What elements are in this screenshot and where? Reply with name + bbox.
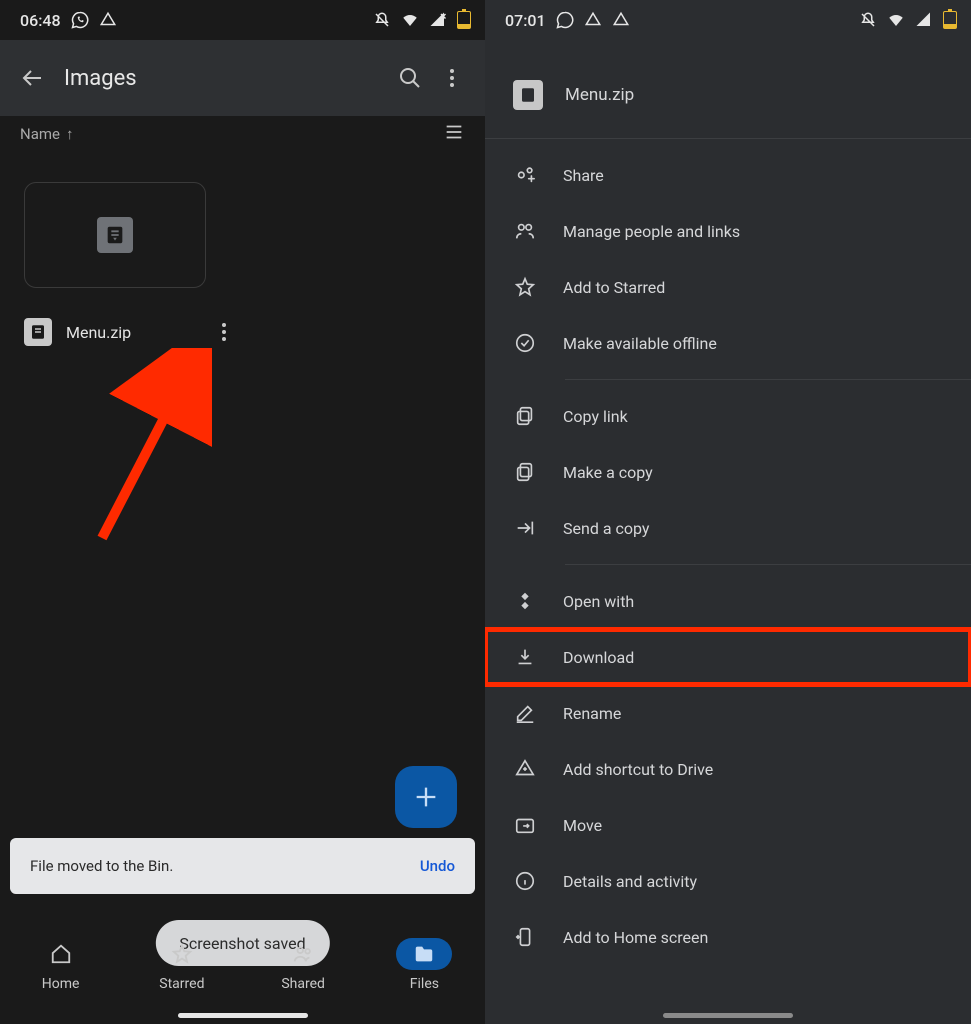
shortcut-icon (513, 757, 537, 781)
menu-openwith[interactable]: Open with (485, 573, 971, 629)
link-icon (513, 404, 537, 428)
menu-details-label: Details and activity (563, 872, 697, 891)
back-button[interactable] (12, 57, 54, 99)
right-phone: 07:01 Menu.zip Share Manage p (485, 0, 971, 1024)
snackbar-undo[interactable]: Undo (420, 857, 455, 875)
fab-new[interactable] (395, 766, 457, 828)
whatsapp-icon (71, 11, 89, 29)
sheet-filename: Menu.zip (565, 85, 634, 105)
context-sheet: Menu.zip Share Manage people and links A… (485, 40, 971, 1005)
share-icon (513, 163, 537, 187)
status-time: 07:01 (505, 11, 546, 30)
annotation-arrow (92, 348, 212, 548)
bottom-nav: Home Starred Shared Files (0, 924, 485, 1024)
search-button[interactable] (389, 57, 431, 99)
signal-icon (915, 11, 933, 29)
people-icon (513, 219, 537, 243)
drive-icon (99, 11, 117, 29)
menu-manage[interactable]: Manage people and links (485, 203, 971, 259)
menu-homescreen-label: Add to Home screen (563, 928, 708, 947)
send-icon (513, 516, 537, 540)
overflow-menu[interactable] (431, 57, 473, 99)
nav-home-label: Home (42, 976, 80, 992)
menu-starred[interactable]: Add to Starred (485, 259, 971, 315)
menu-separator (565, 379, 971, 380)
status-bar: 06:48 (0, 0, 485, 40)
menu-move[interactable]: Move (485, 797, 971, 853)
sheet-header: Menu.zip (485, 60, 971, 139)
nav-shared-label: Shared (281, 976, 325, 992)
offline-icon (513, 331, 537, 355)
menu-starred-label: Add to Starred (563, 278, 665, 297)
nav-files[interactable]: Files (364, 938, 485, 992)
rename-icon (513, 701, 537, 725)
nav-shared[interactable]: Shared (243, 938, 364, 992)
menu-shortcut[interactable]: Add shortcut to Drive (485, 741, 971, 797)
file-item[interactable]: Menu.zip (24, 182, 236, 346)
zip-file-icon (97, 217, 133, 253)
menu-offline-label: Make available offline (563, 334, 717, 353)
nav-starred[interactable]: Starred (121, 938, 242, 992)
whatsapp-icon (556, 11, 574, 29)
wifi-icon (887, 11, 905, 29)
file-name: Menu.zip (66, 323, 198, 342)
file-type-icon (513, 80, 543, 110)
nav-files-label: Files (410, 976, 439, 992)
nav-home[interactable]: Home (0, 938, 121, 992)
menu-download-label: Download (563, 648, 634, 667)
drive-icon-2 (612, 11, 630, 29)
signal-icon (429, 11, 447, 29)
menu-details[interactable]: Details and activity (485, 853, 971, 909)
homescreen-icon (513, 925, 537, 949)
view-toggle-icon[interactable] (443, 121, 465, 147)
wifi-icon (401, 11, 419, 29)
download-icon (513, 645, 537, 669)
dnd-icon (373, 11, 391, 29)
nav-handle[interactable] (663, 1013, 793, 1018)
dnd-icon (859, 11, 877, 29)
menu-copylink[interactable]: Copy link (485, 388, 971, 444)
info-icon (513, 869, 537, 893)
menu-shortcut-label: Add shortcut to Drive (563, 760, 713, 779)
drive-icon (584, 11, 602, 29)
app-header: Images (0, 40, 485, 116)
menu-rename-label: Rename (563, 704, 621, 723)
menu-makecopy-label: Make a copy (563, 463, 653, 482)
move-icon (513, 813, 537, 837)
snackbar: File moved to the Bin. Undo (10, 838, 475, 894)
file-thumbnail[interactable] (24, 182, 206, 288)
snackbar-text: File moved to the Bin. (30, 857, 173, 875)
openwith-icon (513, 589, 537, 613)
menu-sendcopy-label: Send a copy (563, 519, 649, 538)
menu-download[interactable]: Download (485, 629, 971, 685)
file-type-icon (24, 318, 52, 346)
sort-row[interactable]: Name ↑ (0, 116, 485, 152)
battery-icon (457, 11, 471, 29)
menu-separator (565, 564, 971, 565)
nav-handle[interactable] (178, 1013, 308, 1018)
battery-icon (943, 11, 957, 29)
sort-asc-icon: ↑ (66, 125, 74, 143)
header-title: Images (64, 66, 389, 91)
menu-sendcopy[interactable]: Send a copy (485, 500, 971, 556)
nav-starred-label: Starred (159, 976, 204, 992)
menu-rename[interactable]: Rename (485, 685, 971, 741)
menu-move-label: Move (563, 816, 602, 835)
file-kebab-menu[interactable] (212, 323, 236, 341)
star-icon (513, 275, 537, 299)
menu-offline[interactable]: Make available offline (485, 315, 971, 371)
menu-share[interactable]: Share (485, 147, 971, 203)
menu-makecopy[interactable]: Make a copy (485, 444, 971, 500)
copy-icon (513, 460, 537, 484)
menu-copylink-label: Copy link (563, 407, 628, 426)
menu-manage-label: Manage people and links (563, 222, 740, 241)
menu-openwith-label: Open with (563, 592, 634, 611)
left-phone: 06:48 Images Name ↑ (0, 0, 485, 1024)
status-bar: 07:01 (485, 0, 971, 40)
menu-share-label: Share (563, 166, 604, 185)
sort-label: Name (20, 125, 60, 143)
status-time: 06:48 (20, 11, 61, 30)
menu-homescreen[interactable]: Add to Home screen (485, 909, 971, 965)
